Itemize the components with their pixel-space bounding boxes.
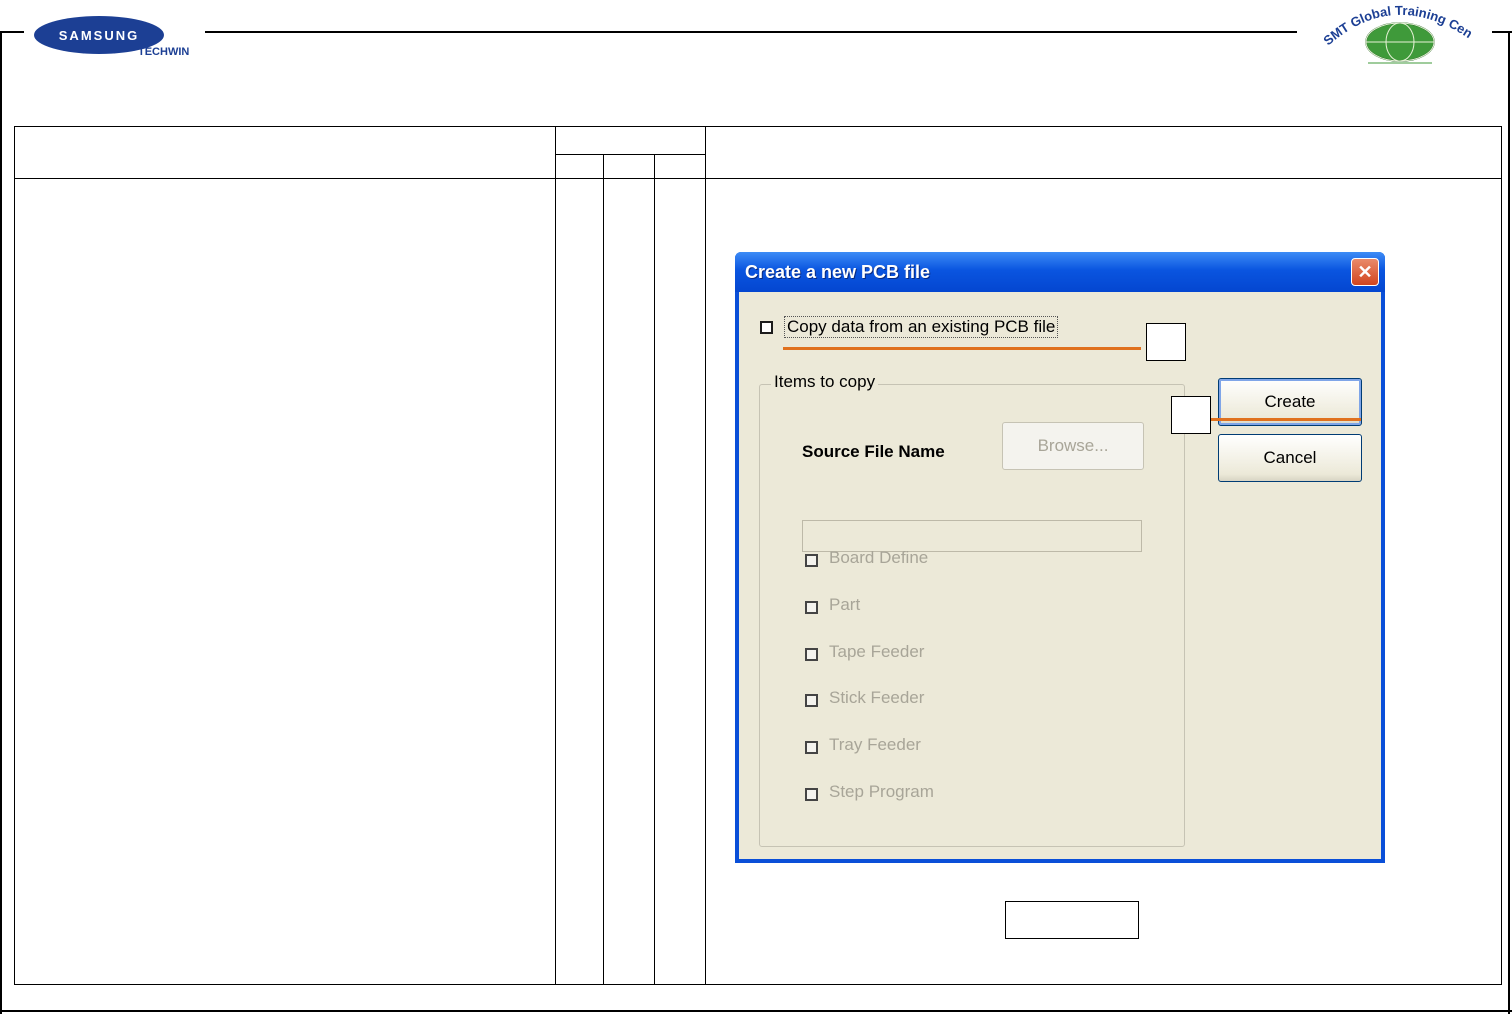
dialog-titlebar[interactable]: Create a new PCB file ✕ (735, 252, 1385, 292)
stick-feeder-checkbox[interactable] (805, 694, 818, 707)
table-col-divider-2 (603, 154, 604, 985)
step-program-label: Step Program (829, 782, 934, 801)
browse-button-label: Browse... (1037, 436, 1109, 455)
step-marker-2 (1171, 396, 1211, 434)
board-define-checkbox[interactable] (805, 554, 818, 567)
create-button-label: Create (1264, 392, 1316, 411)
browse-button[interactable]: Browse... (1002, 422, 1144, 470)
close-icon: ✕ (1357, 261, 1373, 282)
table-col-divider-4 (705, 126, 706, 985)
table-col-divider-3 (654, 154, 655, 985)
samsung-wordmark: SAMSUNG (58, 27, 140, 43)
copy-data-label[interactable]: Copy data from an existing PCB file (784, 316, 1059, 338)
close-button[interactable]: ✕ (1351, 258, 1379, 286)
cancel-button-label: Cancel (1263, 448, 1317, 467)
source-file-name-label: Source File Name (802, 442, 945, 461)
table-border-top (14, 126, 1502, 127)
table-subheader-rule (555, 154, 705, 155)
create-pcb-dialog: Create a new PCB file ✕ Copy data from a… (735, 252, 1385, 863)
table-border-right (1501, 126, 1502, 985)
table-header-rule (14, 178, 1502, 179)
header-rule-left (0, 31, 24, 33)
tray-feeder-checkbox[interactable] (805, 741, 818, 754)
tape-feeder-checkbox[interactable] (805, 648, 818, 661)
part-checkbox[interactable] (805, 601, 818, 614)
figure-caption-box (1005, 901, 1139, 939)
dialog-body: Copy data from an existing PCB file Item… (739, 292, 1381, 859)
step-marker-1 (1146, 323, 1186, 361)
step-program-checkbox[interactable] (805, 788, 818, 801)
techwin-wordmark: TECHWIN (138, 46, 190, 58)
copy-data-highlight-line (783, 347, 1141, 350)
tray-feeder-label: Tray Feeder (829, 735, 921, 754)
smt-training-center-logo: SMT Global Training Center (1314, 0, 1478, 72)
samsung-techwin-logo: SAMSUNG TECHWIN (34, 16, 204, 62)
items-to-copy-title: Items to copy (771, 372, 879, 392)
frame-bottom (0, 1010, 1512, 1012)
globe-icon: SMT Global Training Center (1314, 0, 1475, 64)
header-rule-main (205, 31, 1297, 33)
tape-feeder-label: Tape Feeder (829, 642, 925, 661)
table-col-divider-1 (555, 126, 556, 985)
cancel-button[interactable]: Cancel (1218, 434, 1362, 482)
board-define-label: Board Define (829, 548, 929, 567)
frame-left (0, 31, 2, 1014)
table-border-left (14, 126, 15, 985)
part-label: Part (829, 595, 861, 614)
frame-right (1508, 31, 1510, 1014)
copy-data-checkbox[interactable] (760, 321, 773, 334)
create-highlight-line (1211, 418, 1361, 421)
stick-feeder-label: Stick Feeder (829, 688, 925, 707)
table-border-bottom (14, 984, 1502, 985)
dialog-title: Create a new PCB file (745, 262, 931, 282)
